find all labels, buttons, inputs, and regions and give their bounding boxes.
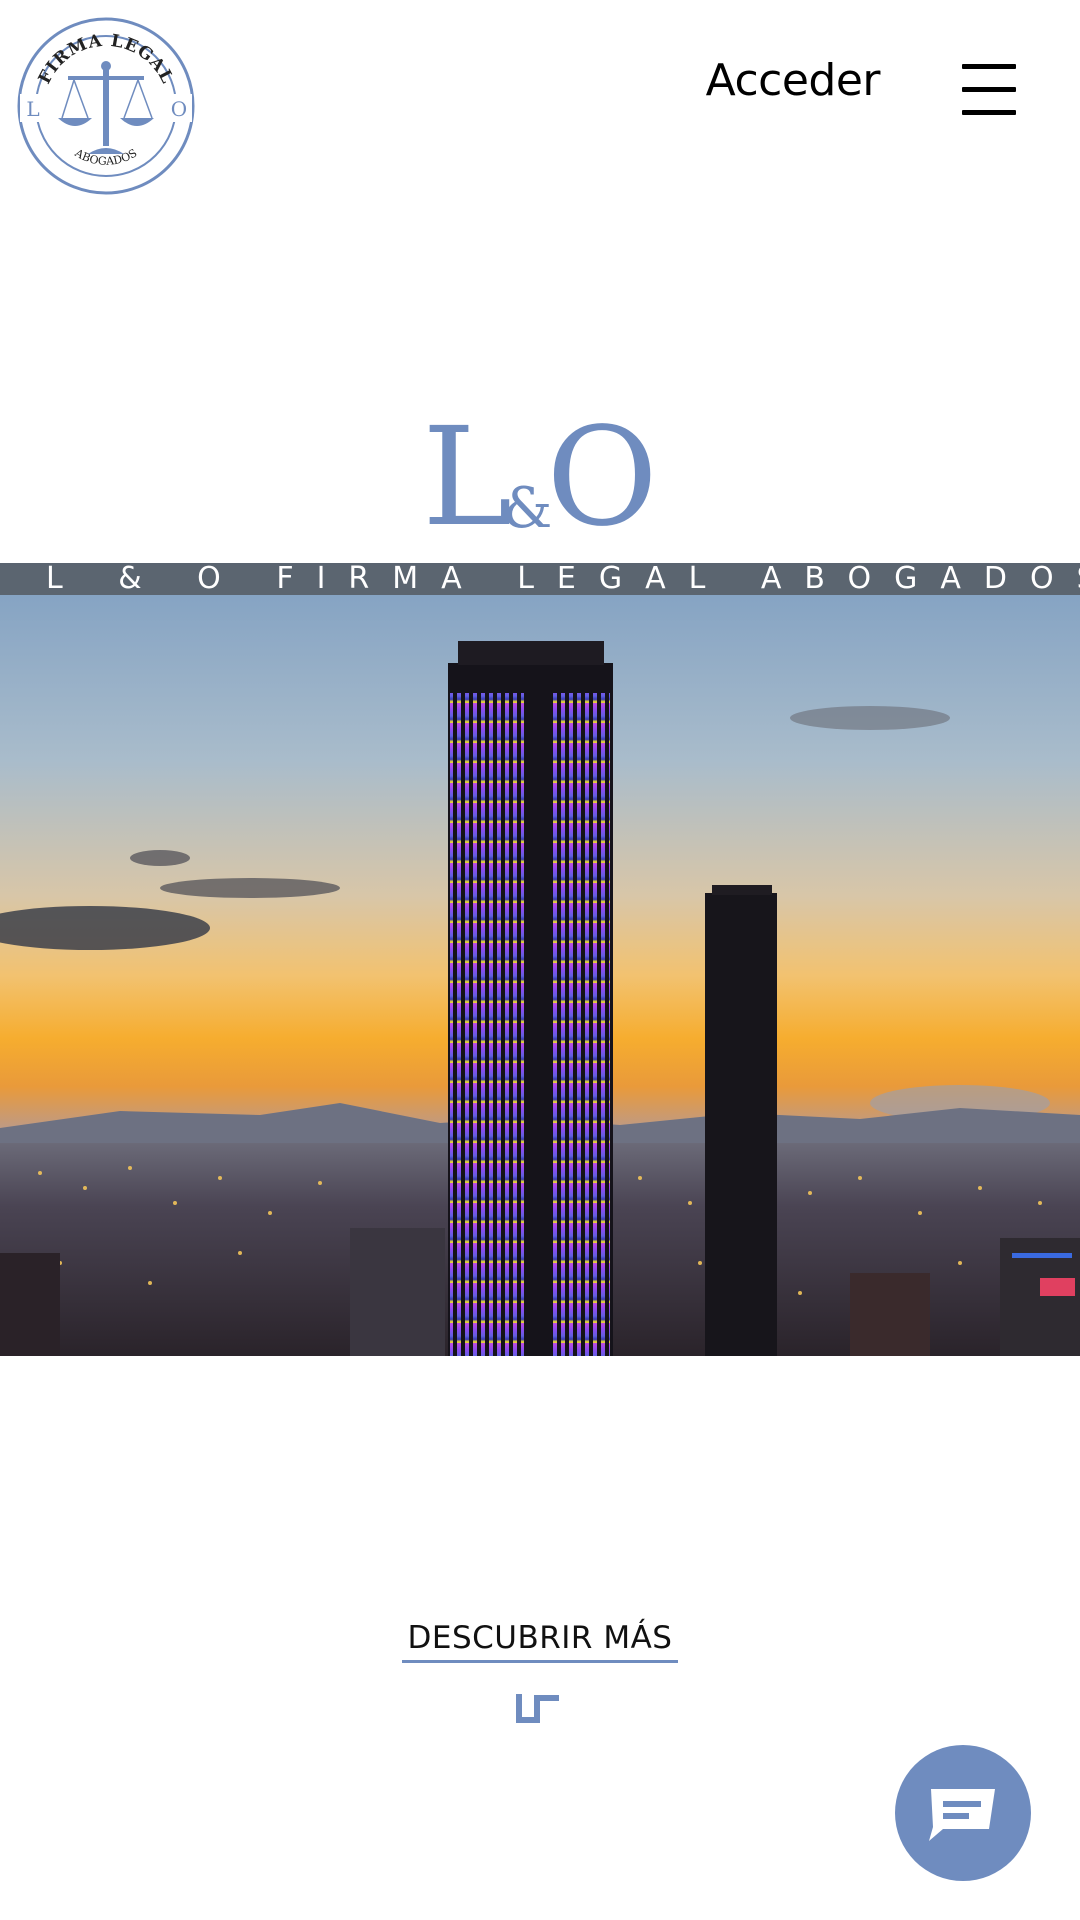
site-header: FIRMA LEGAL ABOGADOS L O Acceder — [0, 0, 1080, 200]
hero-image — [0, 563, 1080, 1356]
arrow-down-icon[interactable] — [515, 1690, 563, 1726]
logo-left-letter: L — [26, 97, 39, 121]
brand-mark-left: L — [422, 399, 513, 557]
firm-logo[interactable]: FIRMA LEGAL ABOGADOS L O — [16, 16, 196, 196]
chat-button[interactable] — [895, 1745, 1031, 1881]
cta-section: DESCUBRIR MÁS — [0, 1620, 1080, 1663]
menu-bar — [962, 110, 1016, 115]
logo-right-letter: O — [171, 97, 187, 121]
scales-of-justice-icon — [58, 61, 154, 154]
chat-bubble-icon — [929, 1789, 995, 1841]
brand-wordmark: L&O — [0, 410, 1080, 546]
menu-bar — [962, 64, 1016, 69]
brand-mark-amp: & — [502, 475, 553, 541]
tagline-text: L & O FIRMA LEGAL ABOGADOS — [46, 561, 1080, 596]
login-link[interactable]: Acceder — [706, 55, 881, 106]
discover-more-link[interactable]: DESCUBRIR MÁS — [401, 1620, 679, 1663]
hamburger-menu-icon[interactable] — [962, 62, 1018, 118]
tagline-banner: L & O FIRMA LEGAL ABOGADOS — [0, 563, 1080, 595]
menu-bar — [962, 87, 1016, 92]
brand-mark-right: O — [546, 399, 658, 557]
